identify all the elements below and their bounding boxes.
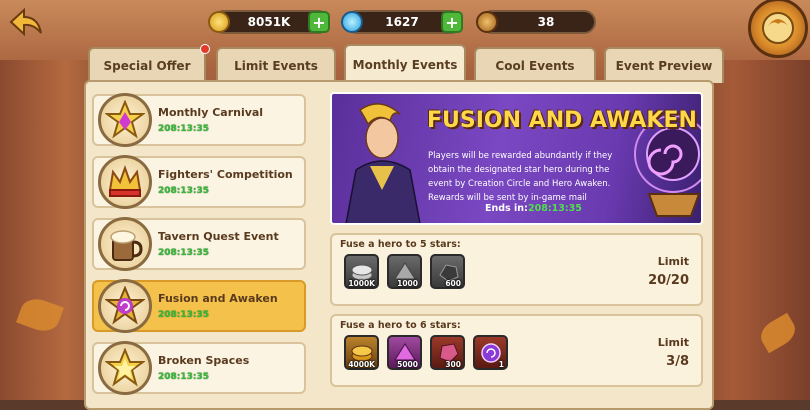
purple-orb-icon[interactable]: 1 [473, 335, 508, 370]
background-right-scenery [700, 60, 810, 400]
reward-card-6-stars: Fuse a hero to 6 stars: Limit 3/8 4000K … [330, 314, 703, 387]
event-timer: 208:13:35 [158, 186, 210, 196]
back-button[interactable] [6, 6, 46, 38]
tab-label: Limit Events [234, 59, 318, 73]
diamond-icon [341, 11, 363, 33]
silver-coin-icon[interactable]: 1000K [344, 254, 379, 289]
tab-event-preview[interactable]: Event Preview [604, 47, 724, 83]
event-list[interactable]: Monthly Carnival 208:13:35 Fighters' Com… [92, 88, 312, 408]
dark-ore-icon[interactable]: 600 [430, 254, 465, 289]
event-banner: FUSION AND AWAKEN Players will be reward… [330, 92, 703, 225]
limit-label: Limit [657, 255, 689, 268]
gold-coin-icon[interactable]: 4000K [344, 335, 379, 370]
banner-title: FUSION AND AWAKEN [427, 108, 697, 133]
tab-label: Monthly Events [352, 58, 458, 72]
mug-icon [98, 217, 152, 271]
tab-special-offer[interactable]: Special Offer [88, 47, 206, 83]
item-quantity: 1 [498, 360, 504, 369]
item-quantity: 1000K [348, 279, 375, 288]
item-quantity: 5000 [397, 360, 418, 369]
gold-coin-icon [208, 11, 230, 33]
event-timer: 208:13:35 [158, 372, 210, 382]
background-left-scenery [0, 60, 95, 400]
add-gold-button[interactable]: + [308, 11, 330, 33]
stamina-icon [476, 11, 498, 33]
ends-in-timer: 208:13:35 [528, 203, 582, 214]
item-quantity: 300 [445, 360, 461, 369]
reward-condition: Fuse a hero to 6 stars: [340, 320, 461, 331]
gold-counter: 8051K + [208, 10, 330, 34]
tab-label: Special Offer [103, 59, 191, 73]
event-name: Fighters' Competition [158, 168, 293, 181]
limit-value: 3/8 [666, 354, 689, 369]
event-name: Monthly Carnival [158, 106, 264, 119]
reward-condition: Fuse a hero to 5 stars: [340, 239, 461, 250]
reward-card-5-stars: Fuse a hero to 5 stars: Limit 20/20 1000… [330, 233, 703, 306]
tab-monthly-events[interactable]: Monthly Events [344, 44, 466, 84]
item-quantity: 1000 [397, 279, 418, 288]
crown-icon [98, 155, 152, 209]
spiral-star-icon [98, 279, 152, 333]
hero-portrait-icon [762, 12, 794, 44]
event-name: Fusion and Awaken [158, 292, 278, 305]
player-avatar[interactable] [748, 0, 808, 58]
purple-dust-icon[interactable]: 5000 [387, 335, 422, 370]
notification-dot [200, 44, 210, 54]
item-quantity: 600 [445, 279, 461, 288]
gold-value: 8051K [247, 15, 291, 29]
diamond-counter: 1627 + [341, 10, 463, 34]
banner-description: Players will be rewarded abundantly if t… [428, 151, 613, 203]
add-diamond-button[interactable]: + [441, 11, 463, 33]
hero-character-image [345, 103, 421, 223]
back-arrow-icon [9, 7, 42, 37]
tab-label: Cool Events [495, 59, 575, 73]
gray-dust-icon[interactable]: 1000 [387, 254, 422, 289]
event-name: Tavern Quest Event [158, 230, 279, 243]
tab-cool-events[interactable]: Cool Events [474, 47, 596, 83]
stamina-value: 38 [537, 15, 555, 29]
tab-label: Event Preview [615, 59, 713, 73]
limit-label: Limit [657, 336, 689, 349]
item-quantity: 4000K [348, 360, 375, 369]
star-gem-icon [98, 93, 152, 147]
ends-in-label: Ends in: [485, 203, 528, 214]
event-timer: 208:13:35 [158, 248, 210, 258]
diamond-value: 1627 [385, 15, 419, 29]
event-timer: 208:13:35 [158, 310, 210, 320]
red-crystal-icon[interactable]: 300 [430, 335, 465, 370]
event-name: Broken Spaces [158, 354, 250, 367]
event-timer: 208:13:35 [158, 124, 210, 134]
tab-limit-events[interactable]: Limit Events [216, 47, 336, 83]
gold-star-icon [98, 341, 152, 395]
limit-value: 20/20 [648, 273, 689, 288]
stamina-counter: 38 [476, 10, 596, 34]
